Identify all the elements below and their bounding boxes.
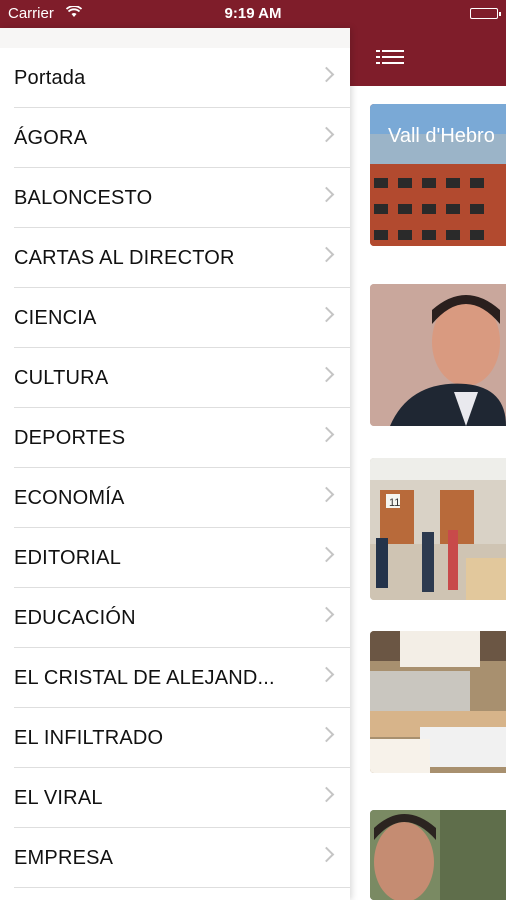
drawer-header xyxy=(0,28,350,48)
chevron-right-icon xyxy=(318,186,335,203)
menu-item-baloncesto[interactable]: BALONCESTO xyxy=(14,168,350,228)
menu-item-editorial[interactable]: EDITORIAL xyxy=(14,528,350,588)
menu-item-el-infiltrado[interactable]: EL INFILTRADO xyxy=(14,708,350,768)
side-menu-drawer: Portada ÁGORA BALONCESTO CARTAS AL DIREC… xyxy=(0,28,350,900)
menu-item-label: CARTAS AL DIRECTOR xyxy=(14,247,235,269)
news-feed: Vall d'Hebro 11 xyxy=(350,28,506,900)
menu-item-label: ÁGORA xyxy=(14,127,88,149)
menu-item-empresa[interactable]: EMPRESA xyxy=(14,828,350,888)
chevron-right-icon xyxy=(318,786,335,803)
menu-item-label: EMPRESA xyxy=(14,847,114,869)
chevron-right-icon xyxy=(318,486,335,503)
chevron-right-icon xyxy=(318,306,335,323)
news-thumbnail-hospital[interactable]: Vall d'Hebro xyxy=(370,104,506,246)
menu-item-label: ECONOMÍA xyxy=(14,487,125,509)
menu-item-ciencia[interactable]: CIENCIA xyxy=(14,288,350,348)
menu-item-label: CULTURA xyxy=(14,367,109,389)
section-menu-list: Portada ÁGORA BALONCESTO CARTAS AL DIREC… xyxy=(0,48,350,888)
chevron-right-icon xyxy=(318,546,335,563)
news-thumbnail-portrait[interactable] xyxy=(370,284,506,426)
svg-text:11: 11 xyxy=(389,497,400,509)
menu-item-educacion[interactable]: EDUCACIÓN xyxy=(14,588,350,648)
news-thumbnail-office[interactable]: 11 xyxy=(370,458,506,600)
menu-item-agora[interactable]: ÁGORA xyxy=(14,108,350,168)
menu-item-label: Portada xyxy=(14,67,86,89)
battery-icon xyxy=(470,8,501,19)
chevron-right-icon xyxy=(318,606,335,623)
menu-item-el-cristal[interactable]: EL CRISTAL DE ALEJAND... xyxy=(14,648,350,708)
chevron-right-icon xyxy=(318,66,335,83)
chevron-right-icon xyxy=(318,126,335,143)
chevron-right-icon xyxy=(318,726,335,743)
menu-item-el-viral[interactable]: EL VIRAL xyxy=(14,768,350,828)
chevron-right-icon xyxy=(318,846,335,863)
menu-item-cartas-al-director[interactable]: CARTAS AL DIRECTOR xyxy=(14,228,350,288)
menu-item-portada[interactable]: Portada xyxy=(14,48,350,108)
menu-item-label: EL CRISTAL DE ALEJAND... xyxy=(14,667,275,689)
hamburger-menu-icon[interactable] xyxy=(376,46,406,68)
chevron-right-icon xyxy=(318,246,335,263)
menu-item-label: BALONCESTO xyxy=(14,187,153,209)
menu-item-label: EDUCACIÓN xyxy=(14,607,136,629)
svg-text:Vall d'Hebro: Vall d'Hebro xyxy=(388,125,495,147)
clock-time: 9:19 AM xyxy=(224,5,282,22)
chevron-right-icon xyxy=(318,666,335,683)
news-thumbnail-documents[interactable] xyxy=(370,631,506,773)
menu-item-label: EL VIRAL xyxy=(14,787,103,809)
chevron-right-icon xyxy=(318,426,335,443)
menu-item-label: CIENCIA xyxy=(14,307,97,329)
menu-item-deportes[interactable]: DEPORTES xyxy=(14,408,350,468)
menu-item-label: EDITORIAL xyxy=(14,547,122,569)
menu-item-label: DEPORTES xyxy=(14,427,126,449)
news-thumbnail-man-outdoors[interactable] xyxy=(370,810,506,900)
nav-bar xyxy=(350,28,506,86)
menu-item-cultura[interactable]: CULTURA xyxy=(14,348,350,408)
status-bar: Carrier 9:19 AM xyxy=(0,0,506,28)
menu-item-label: EL INFILTRADO xyxy=(14,727,164,749)
menu-item-economia[interactable]: ECONOMÍA xyxy=(14,468,350,528)
chevron-right-icon xyxy=(318,366,335,383)
